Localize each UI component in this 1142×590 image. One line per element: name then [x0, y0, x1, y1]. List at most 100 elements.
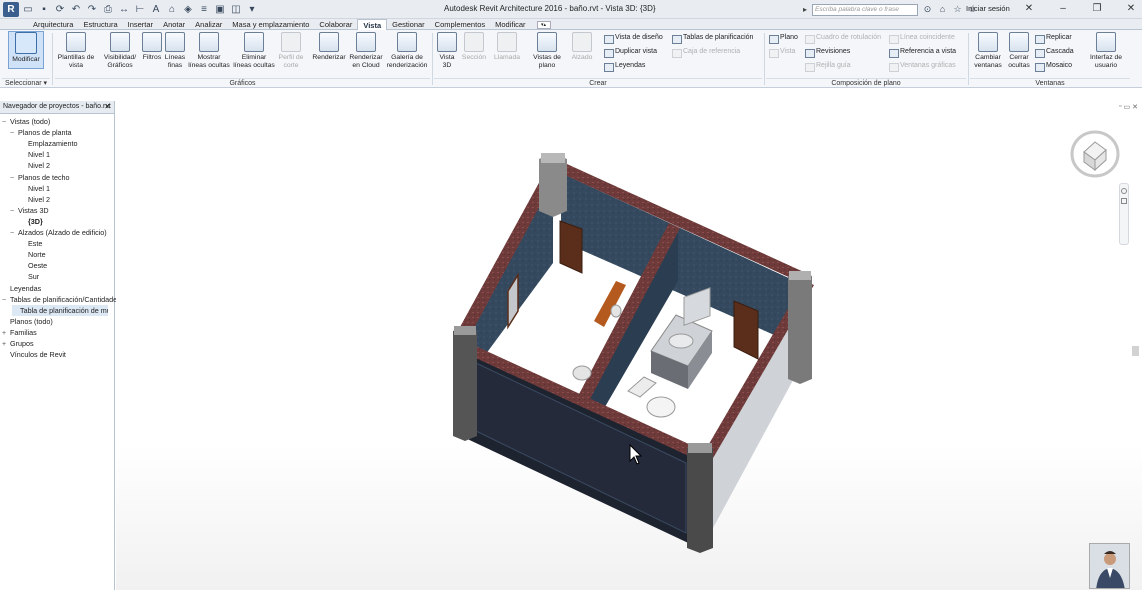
redo-icon[interactable]: ↷ — [86, 4, 98, 16]
measure-icon[interactable]: ↔ — [118, 4, 130, 16]
expand-icon[interactable]: − — [10, 128, 18, 139]
modify-button[interactable]: Modificar — [8, 31, 44, 69]
switch-windows-icon[interactable]: ◫ — [230, 4, 242, 16]
browser-row[interactable]: Emplazamiento — [20, 138, 78, 149]
switch-windows-button[interactable]: Cambiar ventanas — [972, 32, 1004, 69]
browser-row[interactable]: Oeste — [20, 260, 47, 271]
section-button[interactable]: Sección — [461, 32, 487, 62]
expand-icon[interactable]: − — [10, 173, 18, 184]
cascade-button[interactable]: Cascada — [1034, 47, 1074, 58]
elevation-button[interactable]: Alzado — [569, 32, 595, 62]
dimension-icon[interactable]: ⊢ — [134, 4, 146, 16]
visibility-graphics-button[interactable]: Visibilidad/ Gráficos — [101, 32, 139, 69]
view-templates-button[interactable]: Plantillas de vista — [57, 32, 95, 69]
text-icon[interactable]: A — [150, 4, 162, 16]
browser-row[interactable]: Planos (todo) — [2, 316, 53, 327]
filters-button[interactable]: Filtros — [140, 32, 164, 62]
tab-analizar[interactable]: Analizar — [190, 19, 227, 30]
section-icon[interactable]: ◈ — [182, 4, 194, 16]
close-icon[interactable]: ✕ — [104, 101, 111, 113]
browser-row[interactable]: Nivel 1 — [20, 149, 50, 160]
thin-lines-icon[interactable]: ≡ — [198, 4, 210, 16]
title-block-button[interactable]: Cuadro de rotulación — [804, 33, 881, 44]
scrollbar[interactable] — [1132, 346, 1139, 356]
expand-icon[interactable]: − — [10, 206, 18, 217]
replicate-button[interactable]: Replicar — [1034, 33, 1072, 44]
show-hidden-lines-button[interactable]: Mostrar líneas ocultas — [188, 32, 230, 69]
expand-icon[interactable]: − — [2, 295, 10, 306]
callout-button[interactable]: Llamada — [493, 32, 521, 62]
expand-icon[interactable]: − — [2, 117, 10, 128]
revisions-button[interactable]: Revisiones — [804, 47, 850, 58]
tab-gestionar[interactable]: Gestionar — [387, 19, 430, 30]
subscription-icon[interactable]: ⌂ — [937, 3, 948, 15]
tab-masa-y-emplazamiento[interactable]: Masa y emplazamiento — [227, 19, 314, 30]
tab-colaborar[interactable]: Colaborar — [314, 19, 357, 30]
drafting-view-button[interactable]: Vista de diseño — [603, 33, 663, 44]
plan-views-button[interactable]: Vistas de plano — [531, 32, 563, 69]
navigation-bar[interactable] — [1119, 183, 1129, 245]
print-icon[interactable]: ⎙ — [102, 4, 114, 16]
viewcube-icon[interactable] — [1070, 128, 1120, 178]
tab-complementos[interactable]: Complementos — [430, 19, 490, 30]
binoculars-icon[interactable]: ⊙ — [922, 3, 933, 15]
bathroom-3d-model[interactable] — [116, 101, 1142, 590]
sync-icon[interactable]: ⟳ — [54, 4, 66, 16]
save-icon[interactable]: ▪ — [38, 4, 50, 16]
render-gallery-button[interactable]: Galería de renderización — [385, 32, 429, 69]
close-hidden-button[interactable]: Cerrar ocultas — [1007, 32, 1031, 69]
3d-view-button[interactable]: Vista 3D — [436, 32, 458, 69]
default-3d-icon[interactable]: ⌂ — [166, 4, 178, 16]
browser-row[interactable]: Nivel 1 — [20, 183, 50, 194]
tab-arquitectura[interactable]: Arquitectura — [28, 19, 78, 30]
scope-box-button[interactable]: Caja de referencia — [671, 47, 740, 58]
cut-profile-button[interactable]: Perfil de corte — [276, 32, 306, 69]
open-icon[interactable]: ▭ — [22, 4, 34, 16]
zoom-icon[interactable] — [1121, 198, 1127, 204]
render-cloud-button[interactable]: Renderizar en Cloud — [349, 32, 383, 69]
revit-logo-icon[interactable]: R — [3, 2, 19, 17]
3d-view-canvas[interactable]: ▫ ▭ ✕ — [116, 101, 1142, 590]
duplicate-view-button[interactable]: Duplicar vista — [603, 47, 657, 58]
browser-row[interactable]: Este — [20, 238, 42, 249]
qat-dropdown-icon[interactable]: ▾ — [246, 4, 258, 16]
schedules-button[interactable]: Tablas de planificación — [671, 33, 753, 44]
expand-icon[interactable]: − — [10, 228, 18, 239]
star-icon[interactable]: ☆ — [952, 3, 963, 15]
steering-wheel-icon[interactable] — [1121, 188, 1127, 194]
sheet-button[interactable]: Plano — [768, 33, 798, 44]
close-hidden-icon[interactable]: ▣ — [214, 4, 226, 16]
search-expand-icon[interactable]: ▸ — [803, 5, 807, 14]
tab-vista[interactable]: Vista — [357, 19, 388, 30]
place-view-button[interactable]: Vista — [768, 47, 795, 58]
browser-row[interactable]: Nivel 2 — [20, 194, 50, 205]
sign-in-link[interactable]: Iniciar sesión — [966, 4, 1010, 13]
select-panel-title[interactable]: Seleccionar ▾ — [2, 78, 50, 87]
exchange-icon[interactable]: ✕ — [1022, 2, 1036, 16]
browser-row[interactable]: Leyendas — [2, 283, 41, 294]
browser-row[interactable]: Sur — [20, 271, 39, 282]
view-reference-button[interactable]: Referencia a vista — [888, 47, 956, 58]
browser-row[interactable]: {3D} — [20, 216, 43, 227]
undo-icon[interactable]: ↶ — [70, 4, 82, 16]
browser-row[interactable]: Nivel 2 — [20, 160, 50, 171]
close-button[interactable]: ✕ — [1124, 2, 1138, 16]
browser-row[interactable]: Norte — [20, 249, 46, 260]
legends-button[interactable]: Leyendas — [603, 61, 645, 72]
browser-row[interactable]: Tabla de planificación de multicategoría — [12, 304, 108, 316]
viewports-button[interactable]: Ventanas gráficas — [888, 61, 956, 72]
browser-row[interactable]: Vínculos de Revit — [2, 349, 66, 360]
tab-anotar[interactable]: Anotar — [158, 19, 190, 30]
user-interface-button[interactable]: Interfaz de usuario — [1088, 32, 1124, 69]
maximize-button[interactable]: ❐ — [1090, 2, 1104, 16]
tile-button[interactable]: Mosaico — [1034, 61, 1072, 72]
render-button[interactable]: Renderizar — [312, 32, 346, 62]
tab-insertar[interactable]: Insertar — [123, 19, 158, 30]
matchline-button[interactable]: Línea coincidente — [888, 33, 955, 44]
minimize-button[interactable]: – — [1056, 2, 1070, 16]
guide-grid-button[interactable]: Rejilla guía — [804, 61, 851, 72]
search-input[interactable]: Escriba palabra clave o frase — [812, 4, 918, 16]
remove-hidden-lines-button[interactable]: Eliminar líneas ocultas — [232, 32, 276, 69]
tab-modificar[interactable]: Modificar — [490, 19, 530, 30]
thin-lines-button[interactable]: Líneas finas — [163, 32, 187, 69]
